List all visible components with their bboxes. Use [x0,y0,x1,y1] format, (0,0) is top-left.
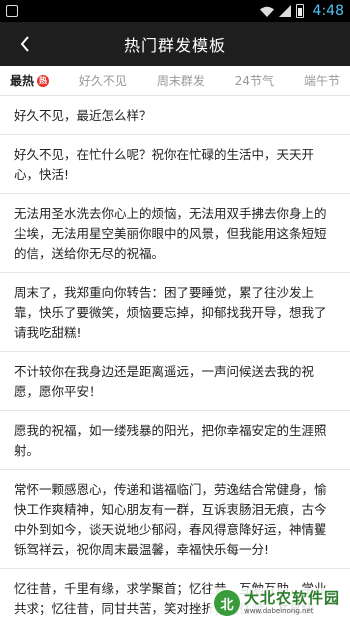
signal-icon [278,5,291,17]
tab-long-time-no-see[interactable]: 好久不见 [79,72,127,89]
watermark-name: 大北农软件园 [243,589,340,607]
list-item[interactable]: 常怀一颗感恩心，传递和谐福临门，劳逸结合常健身，愉快工作爽精神，知心朋友有一群，… [0,470,350,569]
watermark-text: 大北农软件园 www.dabeinong.net [244,591,340,615]
page-title: 热门群发模板 [123,36,226,55]
wifi-icon [259,6,274,17]
watermark-url: www.dabeinong.net [243,607,314,615]
status-bar: 4:48 [0,0,350,22]
chevron-left-icon [20,36,29,52]
tab-dragon-boat[interactable]: 端午节 [304,72,340,89]
list-item[interactable]: 愿我的祝福，如一缕残暴的阳光，把你幸福安定的生涯照射。 [0,411,350,470]
list-item[interactable]: 无法用圣水洗去你心上的烦恼，无法用双手拂去你身上的尘埃，无法用星空美丽你眼中的风… [0,194,350,273]
clock: 4:48 [312,3,344,19]
watermark: 北 大北农软件园 www.dabeinong.net [209,588,344,618]
tab-hot[interactable]: 最热 热 [10,72,50,89]
fire-icon: 热 [37,74,50,87]
status-right: 4:48 [259,3,344,19]
tab-solar-terms[interactable]: 24节气 [235,72,274,89]
watermark-logo-icon: 北 [213,590,240,616]
list-item[interactable]: 不计较你在我身边还是距离遥远，一声问候送去我的祝愿，愿你平安！ [0,352,350,411]
status-left [6,5,18,17]
tab-hot-label: 最热 [10,74,35,88]
list-item[interactable]: 好久不见，在忙什么呢？祝你在忙碌的生活中，天天开心，快活! [0,135,350,194]
tab-weekend[interactable]: 周末群发 [157,72,205,89]
battery-icon [295,4,304,18]
back-button[interactable] [10,22,40,66]
app-header: 热门群发模板 [0,22,350,66]
category-tabs: 最热 热 好久不见 周末群发 24节气 端午节 [0,66,350,96]
list-item[interactable]: 好久不见，最近怎么样？ [0,96,350,135]
list-item[interactable]: 周末了，我郑重向你转告：困了要睡觉，累了往沙发上靠，快乐了要微笑，烦恼要忘掉，抑… [0,273,350,352]
template-list: 好久不见，最近怎么样？ 好久不见，在忙什么呢？祝你在忙碌的生活中，天天开心，快活… [0,96,350,622]
sim-card-icon [6,5,18,17]
